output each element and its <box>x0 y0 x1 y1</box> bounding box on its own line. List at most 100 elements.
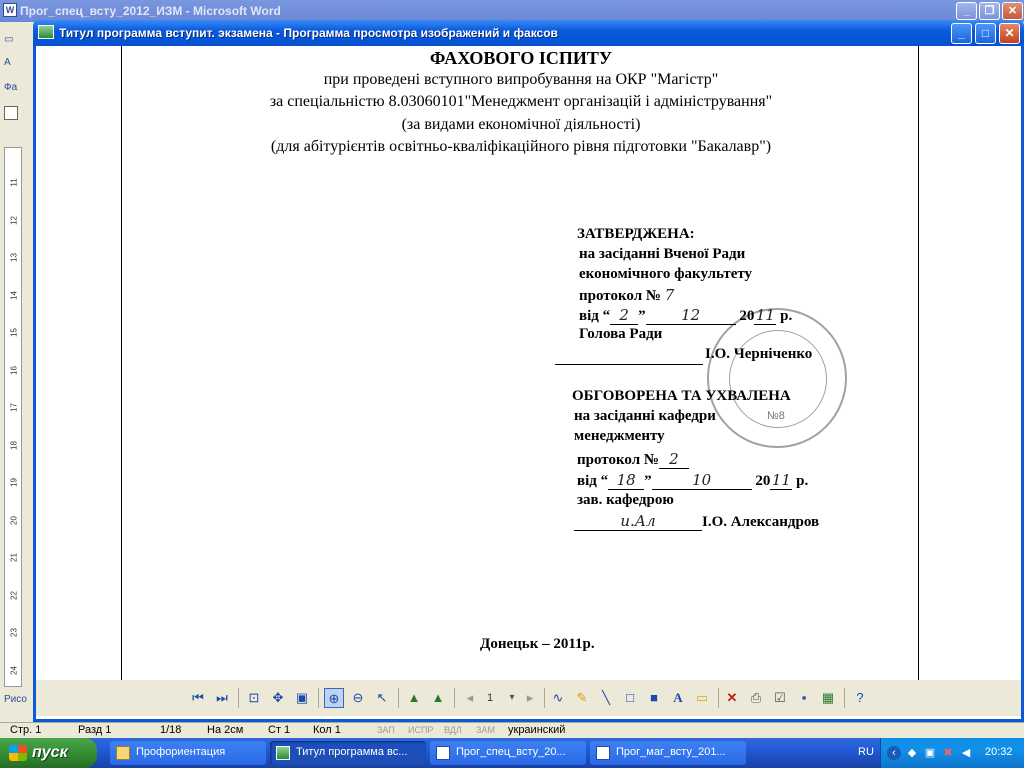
next-image-icon[interactable]: ⏭ <box>212 688 232 708</box>
viewer-window-title: Титул программа вступит. экзамена - Прог… <box>59 26 558 40</box>
best-fit-icon[interactable]: ⊡ <box>244 688 264 708</box>
stamp-number: №8 <box>767 410 785 422</box>
rotate-counterclockwise-icon[interactable]: ▲ <box>428 688 448 708</box>
status-overwrite[interactable]: ЗАМ <box>476 725 495 735</box>
toolbar-separator <box>398 688 399 708</box>
text-tool-icon[interactable]: A <box>668 688 688 708</box>
task-label: Профориентация <box>136 746 226 758</box>
word-menu-fragment[interactable]: Фа <box>4 82 28 100</box>
discussed-line-2: менеджменту <box>574 428 665 444</box>
filled-rectangle-icon[interactable]: ■ <box>644 688 664 708</box>
draw-toolbar-fragment[interactable]: Рисо <box>4 694 28 712</box>
toolbar-separator <box>844 688 845 708</box>
status-line: Ст 1 <box>268 724 291 736</box>
ruler-number: 12 <box>9 215 19 225</box>
discussed-signer: І.О. Александров <box>702 514 820 530</box>
discussed-line-1: на засіданні кафедри <box>574 408 716 424</box>
viewer-maximize-button[interactable]: □ <box>975 23 996 44</box>
ruler-number: 22 <box>9 590 19 600</box>
status-section: Разд 1 <box>78 724 112 736</box>
task-word-doc-1[interactable]: Прог_спец_всту_20... <box>430 741 586 765</box>
status-page: Стр. 1 <box>10 724 42 736</box>
word-minimize-button[interactable]: _ <box>956 2 977 20</box>
ruler-number: 13 <box>9 253 19 262</box>
ruler-number: 11 <box>9 178 19 187</box>
ruler-number: 19 <box>9 478 19 487</box>
print-icon[interactable]: ⎙ <box>746 688 766 708</box>
delete-icon[interactable]: ✕ <box>722 688 742 708</box>
page-dropdown-icon[interactable]: ▾ <box>502 688 522 708</box>
approved-date: від “2” 12 2011 р. <box>579 306 792 325</box>
security-alert-icon[interactable]: ✖ <box>941 746 955 760</box>
viewer-close-button[interactable]: ✕ <box>999 23 1020 44</box>
word-left-panel: ▭ A Фа 11 12 13 14 15 16 17 18 19 20 21 22 23 24 Рисо <box>0 22 36 722</box>
zoom-out-icon[interactable]: ⊖ <box>348 688 368 708</box>
system-tray: ‹ ◆ ▣ ✖ ◀ 20:32 <box>880 738 1024 768</box>
discussed-date-mid: ” <box>644 473 652 489</box>
image-viewer-icon <box>276 746 290 760</box>
approved-month: 12 <box>645 306 736 325</box>
word-maximize-button[interactable]: ❐ <box>979 2 1000 20</box>
antivirus-icon[interactable]: ◆ <box>905 746 919 760</box>
rotate-clockwise-icon[interactable]: ▲ <box>404 688 424 708</box>
folder-icon <box>116 746 130 760</box>
status-column: Кол 1 <box>313 724 341 736</box>
discussed-signature-row: и.Ал І.О. Александров <box>574 512 819 531</box>
copy-icon[interactable]: ☑ <box>770 688 790 708</box>
approved-year-prefix: 20 <box>739 308 755 324</box>
word-style-fragment[interactable]: A <box>4 57 28 75</box>
status-language: украинский <box>508 724 566 736</box>
task-image-viewer[interactable]: Титул программа вс... <box>270 741 426 765</box>
prev-image-icon[interactable]: ⏮ <box>188 688 208 708</box>
discussed-date: від “18” 10 2011 р. <box>577 471 808 490</box>
word-page-icon[interactable]: ▭ <box>4 34 28 52</box>
viewer-image-area[interactable]: ФАХОВОГО ІСПИТУ при проведені вступного … <box>36 46 1021 719</box>
approved-protocol-number: 7 <box>664 286 675 304</box>
ruler-number: 15 <box>9 328 19 337</box>
page-next-icon[interactable]: ▸ <box>520 688 540 708</box>
tab-stop-selector[interactable] <box>4 106 18 120</box>
status-record[interactable]: ЗАП <box>377 725 395 735</box>
slideshow-icon[interactable]: ▣ <box>292 688 312 708</box>
volume-icon[interactable]: ◀ <box>959 746 973 760</box>
doc-line-3: (за видами економічної діяльності) <box>401 116 641 133</box>
discussed-date-suffix: р. <box>792 473 809 489</box>
word-close-button[interactable]: ✕ <box>1002 2 1023 20</box>
discussed-protocol-label: протокол № <box>577 452 659 468</box>
language-indicator[interactable]: RU <box>858 746 874 758</box>
note-tool-icon[interactable]: ▭ <box>692 688 712 708</box>
task-word-doc-2[interactable]: Прог_маг_всту_201... <box>590 741 746 765</box>
approved-protocol-label: протокол № <box>579 288 661 304</box>
discussed-date-prefix: від “ <box>577 473 609 489</box>
discussed-signature: и.Ал <box>574 512 702 531</box>
clock[interactable]: 20:32 <box>985 746 1013 758</box>
rectangle-tool-icon[interactable]: □ <box>620 688 640 708</box>
select-pointer-icon[interactable]: ↖ <box>372 688 392 708</box>
task-profile-folder[interactable]: Профориентация <box>110 741 266 765</box>
viewer-toolbar: ⏮ ⏭ ⊡ ✥ ▣ ⊕ ⊖ ↖ ▲ ▲ ◂ 1 ▾ ▸ ∿ ✎ ╲ □ ■ A … <box>36 680 1021 716</box>
approved-signer: І.О. Черніченко <box>705 346 813 362</box>
approved-year: 11 <box>754 306 777 325</box>
approved-chair-label: Голова Ради <box>579 326 663 342</box>
document-page: ФАХОВОГО ІСПИТУ при проведені вступного … <box>121 46 919 686</box>
status-pages: 1/18 <box>160 724 182 736</box>
doc-line-1: при проведені вступного випробування на … <box>323 71 719 88</box>
open-editor-icon[interactable]: ▦ <box>818 688 838 708</box>
highlighter-icon[interactable]: ✎ <box>572 688 592 708</box>
freehand-icon[interactable]: ∿ <box>548 688 568 708</box>
zoom-in-icon[interactable]: ⊕ <box>324 688 344 708</box>
network-icon[interactable]: ▣ <box>923 746 937 760</box>
viewer-app-icon <box>38 25 54 39</box>
help-icon[interactable]: ? <box>850 688 870 708</box>
viewer-minimize-button[interactable]: _ <box>951 23 972 44</box>
tray-expand-icon[interactable]: ‹ <box>887 746 901 760</box>
actual-size-icon[interactable]: ✥ <box>268 688 288 708</box>
start-button[interactable]: пуск <box>0 738 97 768</box>
save-icon[interactable]: ▪ <box>794 688 814 708</box>
status-extend[interactable]: ВДЛ <box>444 725 462 735</box>
approved-signature-line <box>555 364 703 365</box>
line-tool-icon[interactable]: ╲ <box>596 688 616 708</box>
approved-protocol: протокол № 7 <box>579 286 674 305</box>
word-app-icon: W <box>3 3 17 17</box>
status-track-changes[interactable]: ИСПР <box>408 725 433 735</box>
